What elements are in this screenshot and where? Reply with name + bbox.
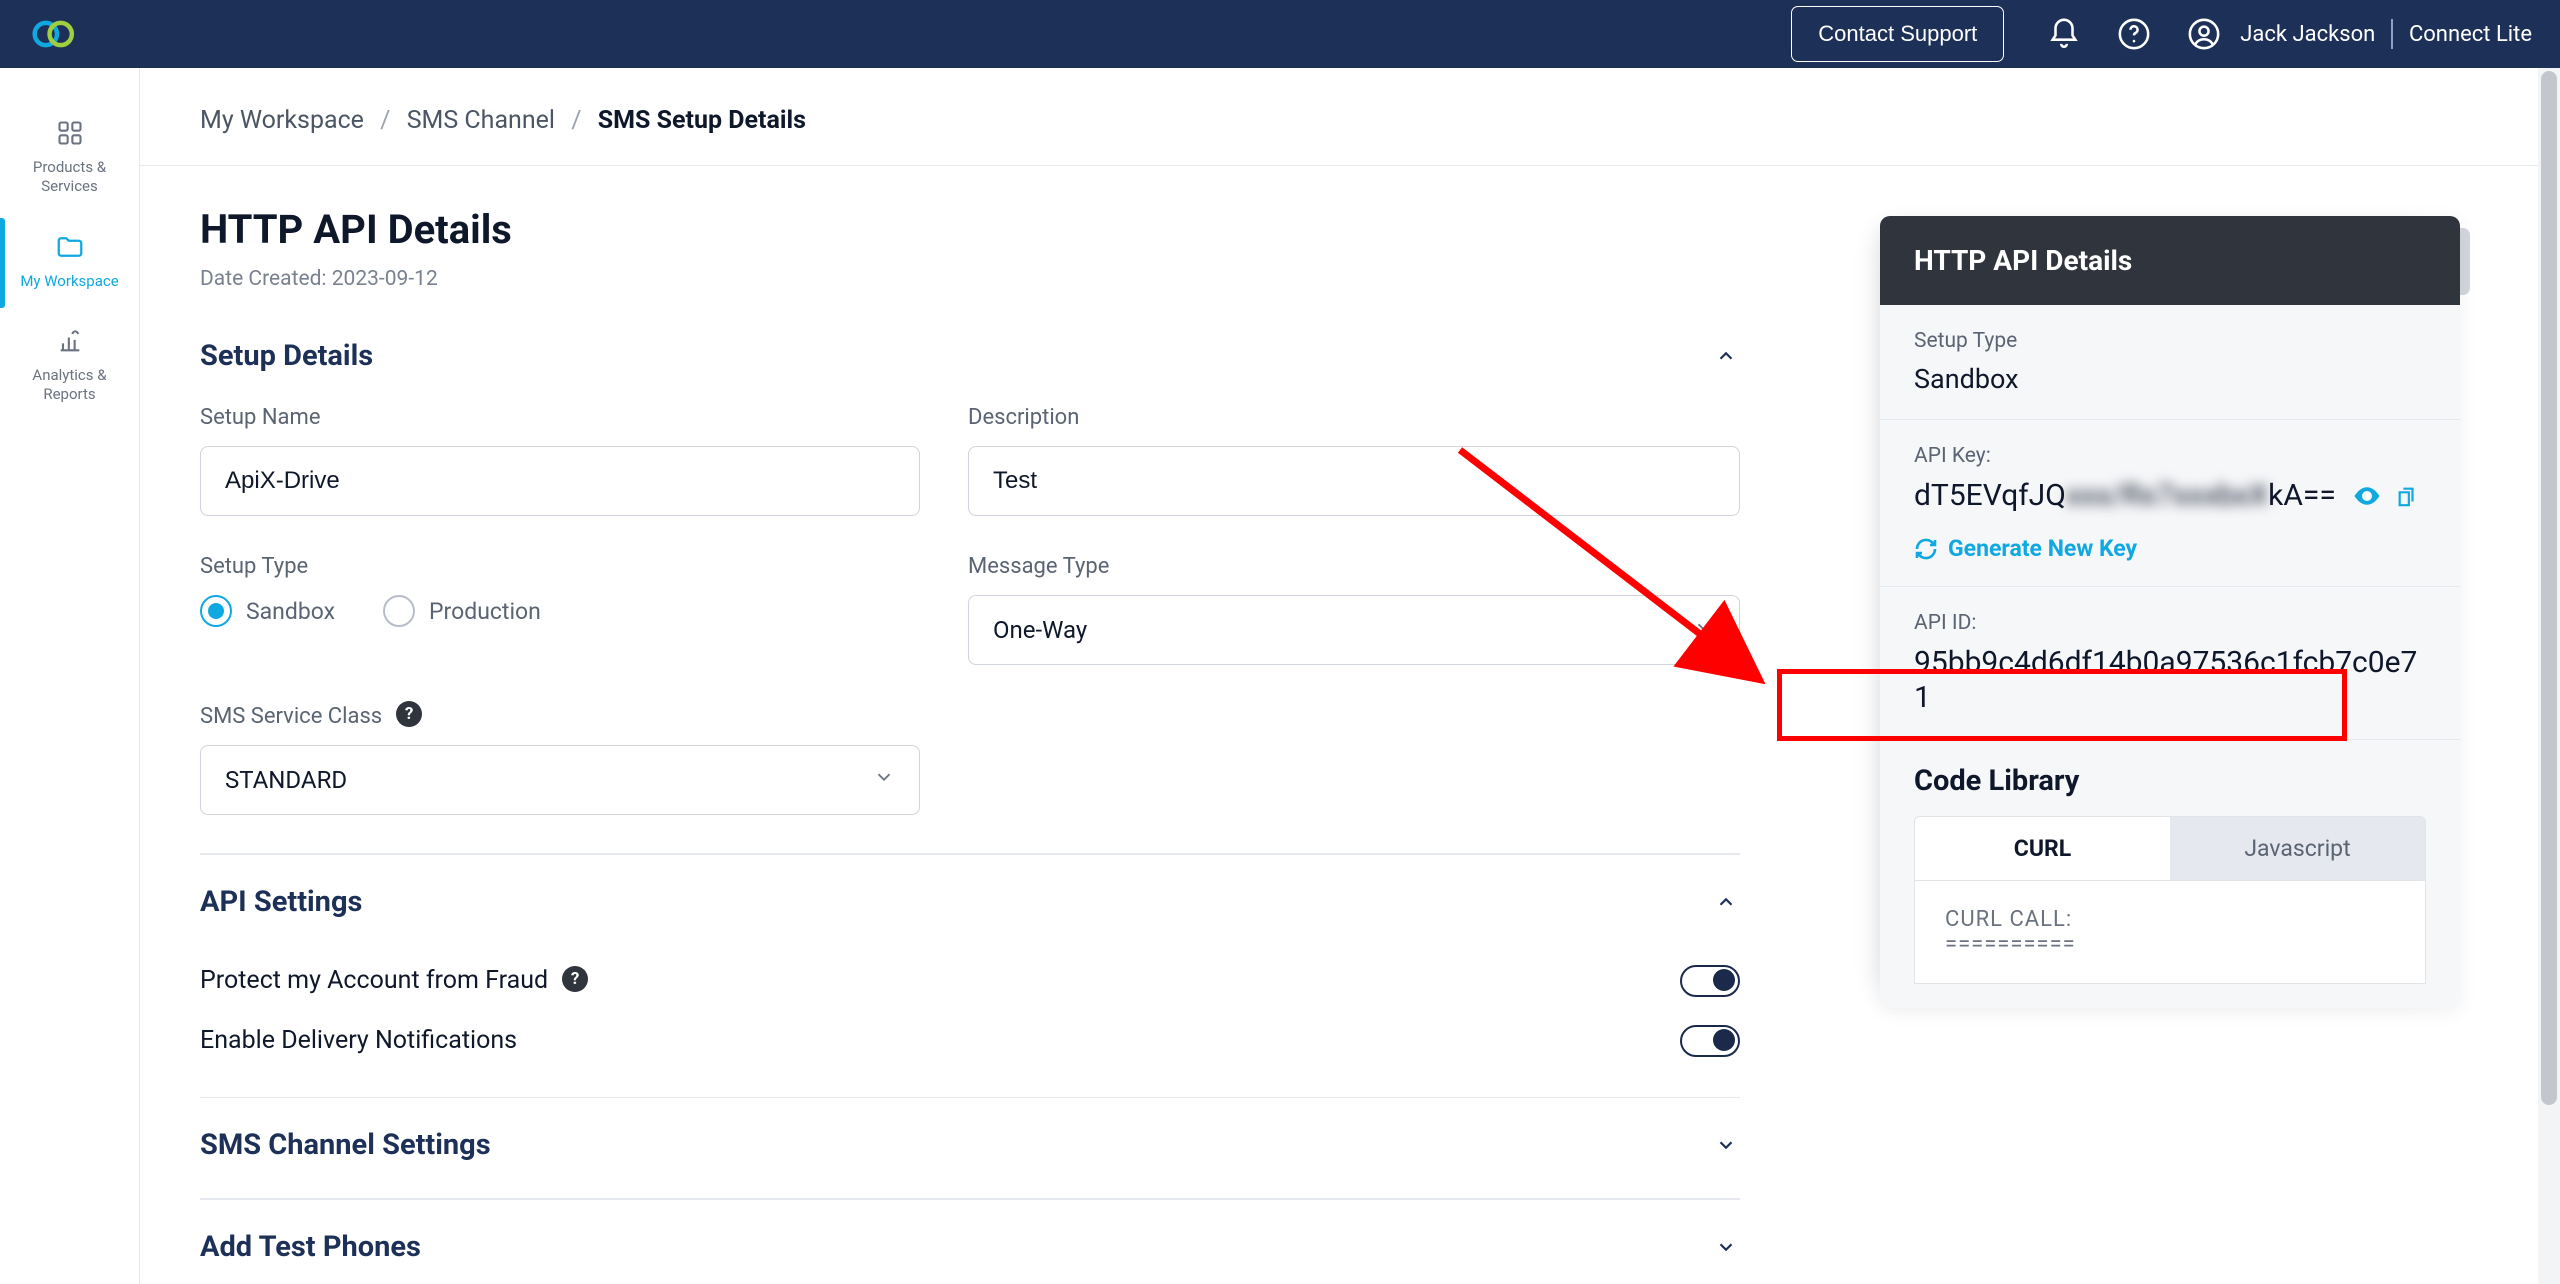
nav-label: Analytics & Reports [6, 366, 133, 404]
value-api-id: 95bb9c4d6df14b0a97536c1fcb7c0e71 [1914, 645, 2426, 715]
chevron-down-icon [1712, 1233, 1740, 1261]
breadcrumb-current: SMS Setup Details [598, 106, 806, 135]
help-tooltip-icon[interactable]: ? [396, 701, 422, 727]
eye-icon[interactable] [2352, 481, 2382, 511]
chevron-up-icon [1712, 888, 1740, 916]
folder-icon [53, 230, 87, 264]
divider [200, 1198, 1740, 1200]
nav-label: My Workspace [20, 272, 118, 291]
user-name[interactable]: Jack Jackson [2240, 22, 2375, 47]
section-title: Setup Details [200, 339, 373, 373]
label-setup-type: Setup Type [200, 554, 920, 579]
toggle-enable-delivery[interactable] [1680, 1025, 1740, 1057]
value-side-setup-type: Sandbox [1914, 363, 2426, 395]
section-toggle-setup-details[interactable]: Setup Details [200, 335, 1740, 405]
nav-products-services[interactable]: Products & Services [0, 102, 139, 216]
tab-javascript[interactable]: Javascript [2170, 817, 2425, 880]
divider [200, 853, 1740, 855]
label-protect-fraud: Protect my Account from Fraud [200, 966, 548, 995]
label-sms-service-class: SMS Service Class [200, 704, 382, 729]
select-value: STANDARD [225, 766, 347, 794]
section-title: SMS Channel Settings [200, 1128, 491, 1162]
divider-vertical [2391, 19, 2393, 49]
top-bar: Contact Support Jack Jackson Connect Lit… [0, 0, 2560, 68]
breadcrumb-link-workspace[interactable]: My Workspace [200, 106, 364, 135]
breadcrumb-sep: / [571, 106, 581, 135]
breadcrumb: My Workspace / SMS Channel / SMS Setup D… [140, 68, 2560, 166]
code-tabs: CURL Javascript [1914, 816, 2426, 881]
select-value: One-Way [993, 616, 1087, 644]
radio-production[interactable]: Production [383, 595, 541, 627]
nav-label: Products & Services [6, 158, 133, 196]
bell-icon[interactable] [2042, 12, 2086, 56]
divider [200, 1097, 1740, 1099]
code-snippet-preview: CURL CALL: ========== [1914, 881, 2426, 984]
nav-analytics-reports[interactable]: Analytics & Reports [0, 310, 139, 424]
chevron-down-icon [1712, 1131, 1740, 1159]
radio-sandbox[interactable]: Sandbox [200, 595, 335, 627]
breadcrumb-sep: / [380, 106, 390, 135]
scrollbar-vertical[interactable] [2538, 68, 2560, 1284]
help-tooltip-icon[interactable]: ? [562, 966, 588, 992]
section-toggle-api-settings[interactable]: API Settings [200, 881, 1740, 951]
avatar-icon[interactable] [2182, 12, 2226, 56]
section-title: API Settings [200, 885, 362, 919]
chevron-up-icon [1712, 342, 1740, 370]
section-toggle-add-test-phones[interactable]: Add Test Phones [200, 1226, 1740, 1274]
description-input[interactable] [968, 446, 1740, 516]
label-api-id: API ID: [1914, 611, 2426, 635]
generate-key-label: Generate New Key [1948, 535, 2137, 562]
side-nav: Products & Services My Workspace Analyti… [0, 68, 140, 1284]
setup-name-input[interactable] [200, 446, 920, 516]
page-title: HTTP API Details [200, 206, 1740, 253]
label-side-setup-type: Setup Type [1914, 329, 2426, 353]
refresh-icon [1914, 537, 1938, 561]
label-description: Description [968, 405, 1740, 430]
help-icon[interactable] [2112, 12, 2156, 56]
grid-icon [53, 116, 87, 150]
value-api-key: dT5EVqfJQxxx/Rx7xxxbxXkA== [1914, 478, 2336, 513]
label-setup-name: Setup Name [200, 405, 920, 430]
contact-support-button[interactable]: Contact Support [1791, 6, 2004, 62]
breadcrumb-link-sms-channel[interactable]: SMS Channel [407, 106, 555, 135]
label-enable-delivery: Enable Delivery Notifications [200, 1026, 517, 1055]
nav-my-workspace[interactable]: My Workspace [0, 216, 139, 311]
code-library-title: Code Library [1914, 764, 2426, 798]
generate-new-key-button[interactable]: Generate New Key [1914, 535, 2426, 562]
tab-curl[interactable]: CURL [1915, 817, 2170, 880]
chevron-down-icon [1693, 616, 1715, 644]
copy-icon[interactable] [2396, 483, 2418, 509]
toggle-protect-fraud[interactable] [1680, 965, 1740, 997]
date-created: Date Created: 2023-09-12 [200, 267, 1740, 291]
side-panel: HTTP API Details Setup Type Sandbox API … [1880, 216, 2460, 1008]
label-message-type: Message Type [968, 554, 1740, 579]
radio-label: Sandbox [246, 598, 335, 625]
label-api-key: API Key: [1914, 444, 2426, 468]
chevron-down-icon [873, 766, 895, 794]
section-title: Add Test Phones [200, 1230, 421, 1264]
plan-name[interactable]: Connect Lite [2409, 22, 2532, 47]
scrollbar-thumb[interactable] [2541, 71, 2557, 1105]
section-toggle-sms-channel[interactable]: SMS Channel Settings [200, 1124, 1740, 1194]
chart-icon [53, 324, 87, 358]
sms-service-class-select[interactable]: STANDARD [200, 745, 920, 815]
side-panel-title: HTTP API Details [1880, 216, 2460, 305]
radio-label: Production [429, 598, 541, 625]
brand-logo[interactable] [28, 16, 80, 52]
message-type-select[interactable]: One-Way [968, 595, 1740, 665]
